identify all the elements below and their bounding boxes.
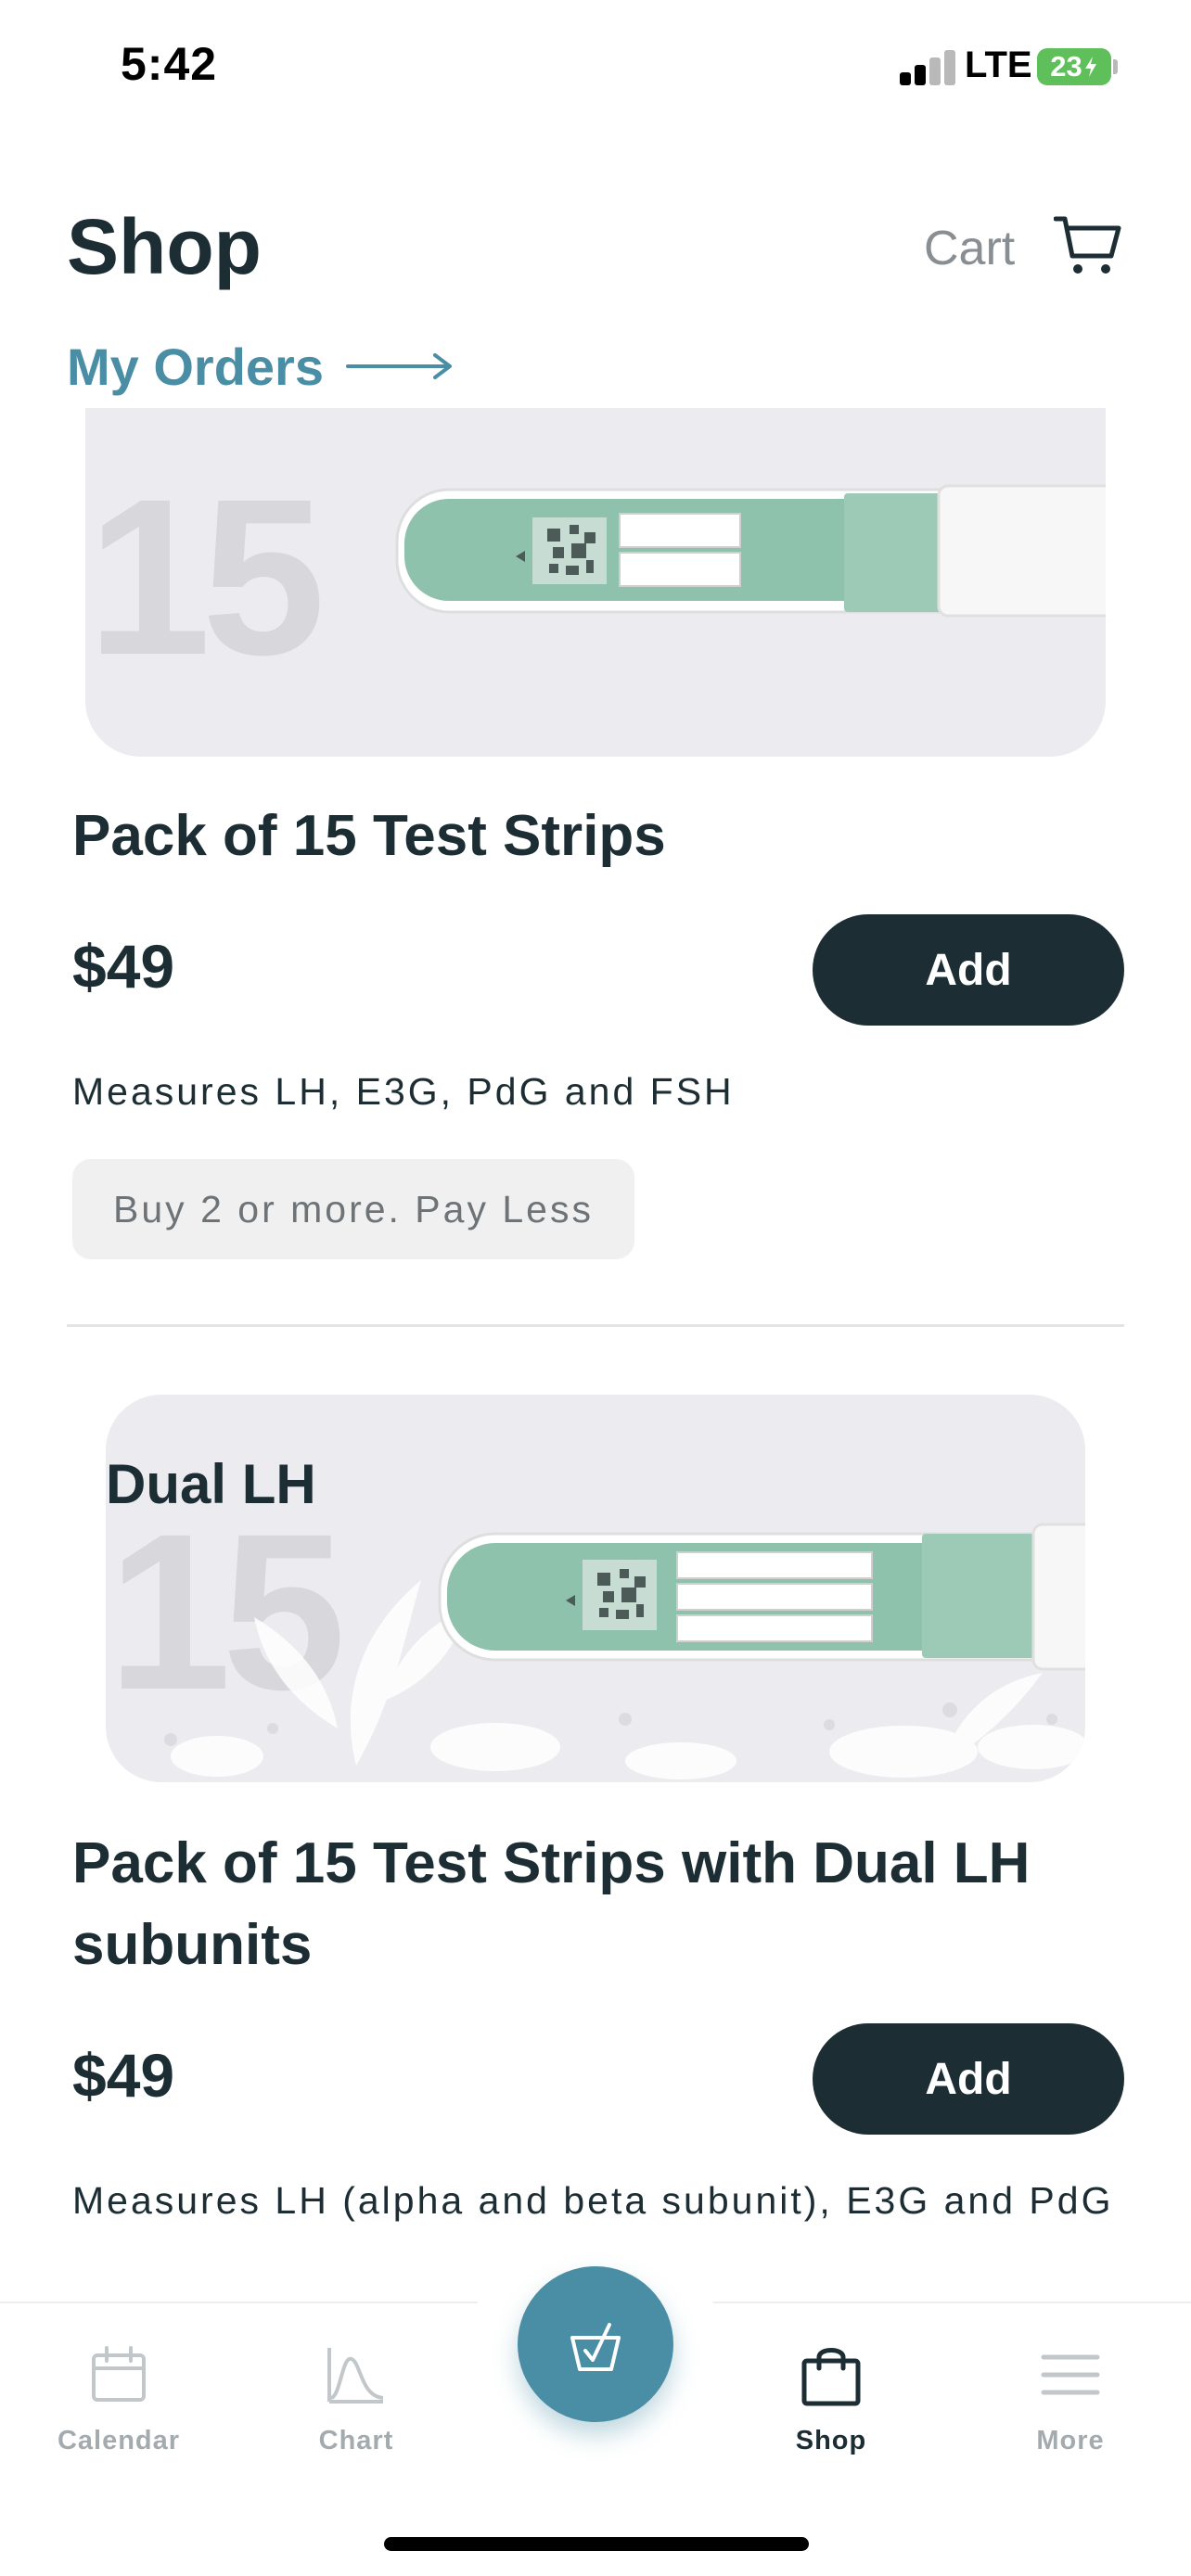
divider — [67, 1324, 1124, 1327]
test-strip-illustration — [395, 484, 1106, 618]
tab-shop[interactable]: Shop — [729, 2342, 933, 2456]
check-test-icon — [570, 2323, 621, 2371]
cart-icon — [1054, 216, 1121, 274]
tab-label: Shop — [795, 2426, 867, 2455]
product-price: $49 — [72, 932, 175, 1001]
shopping-bag-icon — [801, 2348, 861, 2406]
calendar-icon — [92, 2346, 146, 2402]
tab-chart[interactable]: Chart — [254, 2342, 458, 2456]
battery-level: 23 — [1050, 50, 1082, 83]
product-image: 15 — [85, 408, 1106, 757]
battery-cap — [1113, 59, 1118, 74]
tab-more[interactable]: More — [968, 2342, 1172, 2456]
add-to-cart-button[interactable]: Add — [813, 914, 1124, 1026]
promo-badge: Buy 2 or more. Pay Less — [72, 1159, 634, 1259]
tab-label: Chart — [318, 2426, 394, 2455]
page-title: Shop — [67, 203, 262, 290]
home-indicator[interactable] — [384, 2537, 809, 2551]
cart-button[interactable]: Cart — [924, 211, 1128, 286]
arrow-right-icon — [346, 353, 452, 379]
cart-label: Cart — [924, 222, 1016, 275]
product-image: 15 Dual LH — [106, 1395, 1085, 1782]
leaf-decoration — [164, 1523, 1085, 1779]
signal-icon — [900, 48, 955, 85]
battery-icon: 23 — [1037, 48, 1111, 85]
menu-icon — [1041, 2354, 1100, 2395]
check-test-button[interactable] — [518, 2266, 673, 2422]
tab-calendar[interactable]: Calendar — [17, 2342, 221, 2456]
product-title: Pack of 15 Test Strips with Dual LH subu… — [72, 1831, 1031, 1977]
my-orders-label: My Orders — [67, 337, 324, 396]
product-description: Measures LH, E3G, PdG and FSH — [72, 1070, 735, 1113]
network-label: LTE — [965, 45, 1032, 85]
status-bar: 5:42 LTE 23 — [0, 0, 1191, 139]
chart-icon — [327, 2348, 384, 2404]
product-title: Pack of 15 Test Strips — [72, 804, 666, 868]
product-price: $49 — [72, 2041, 175, 2110]
status-time: 5:42 — [121, 38, 218, 90]
tab-label: Calendar — [57, 2426, 181, 2455]
add-to-cart-button[interactable]: Add — [813, 2023, 1124, 2135]
product-description: Measures LH (alpha and beta subunit), E3… — [72, 2179, 1114, 2222]
my-orders-link[interactable]: My Orders — [67, 334, 454, 399]
tab-label: More — [1036, 2426, 1105, 2455]
